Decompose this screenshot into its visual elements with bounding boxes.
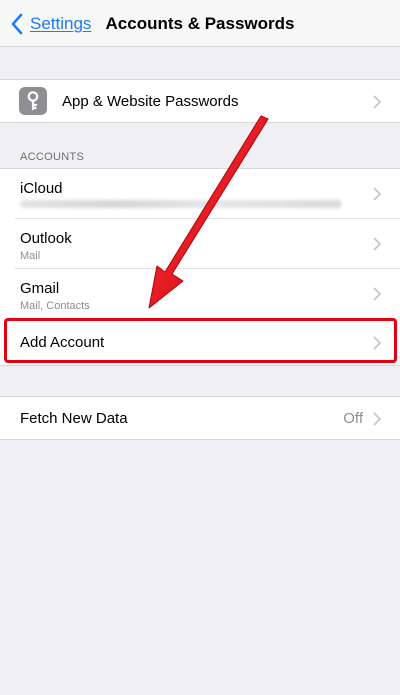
chevron-right-icon	[373, 187, 382, 201]
account-name: Gmail	[20, 280, 60, 297]
chevron-right-icon	[373, 287, 382, 301]
account-name: Outlook	[20, 230, 72, 247]
account-detail: Mail, Contacts	[20, 300, 90, 312]
passwords-label: App & Website Passwords	[62, 93, 239, 110]
navigation-bar: Settings Accounts & Passwords	[0, 0, 400, 47]
redacted-email	[20, 200, 342, 208]
app-website-passwords-row[interactable]: App & Website Passwords	[0, 80, 400, 123]
account-row-icloud[interactable]: iCloud	[0, 169, 400, 219]
account-row-outlook[interactable]: Outlook Mail	[0, 219, 400, 269]
chevron-right-icon	[373, 95, 382, 109]
fetch-label: Fetch New Data	[20, 410, 128, 427]
account-detail: Mail	[20, 250, 41, 262]
page-title: Accounts & Passwords	[0, 14, 400, 34]
fetch-group: Fetch New Data Off	[0, 396, 400, 440]
fetch-new-data-row[interactable]: Fetch New Data Off	[0, 397, 400, 440]
accounts-section-header: ACCOUNTS	[20, 151, 85, 163]
account-name: iCloud	[20, 180, 63, 197]
annotation-highlight-box	[4, 318, 397, 363]
page-title-text: Accounts & Passwords	[105, 14, 295, 33]
key-icon	[19, 87, 47, 115]
fetch-value: Off	[343, 410, 363, 427]
passwords-group: App & Website Passwords	[0, 79, 400, 123]
account-row-gmail[interactable]: Gmail Mail, Contacts	[0, 269, 400, 319]
chevron-right-icon	[373, 237, 382, 251]
chevron-right-icon	[373, 412, 382, 426]
